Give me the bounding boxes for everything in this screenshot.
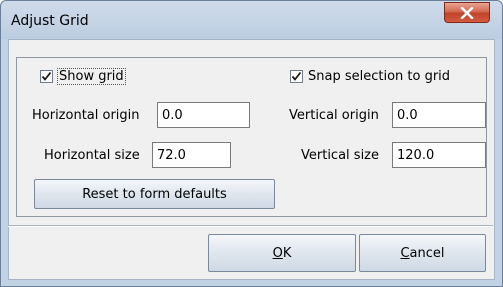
- dialog-title: Adjust Grid: [11, 13, 89, 29]
- vertical-size-input[interactable]: [392, 142, 486, 168]
- ok-button[interactable]: OK: [208, 234, 356, 272]
- ok-mnemonic: O: [272, 245, 283, 261]
- cancel-button[interactable]: Cancel: [359, 234, 486, 272]
- horizontal-origin-input[interactable]: [157, 102, 250, 128]
- checkmark-icon: [41, 71, 52, 81]
- show-grid-option[interactable]: Show grid: [40, 68, 126, 85]
- reset-to-defaults-button[interactable]: Reset to form defaults: [34, 179, 275, 209]
- snap-to-grid-label: Snap selection to grid: [308, 69, 451, 84]
- cancel-mnemonic: C: [400, 245, 410, 261]
- show-grid-label: Show grid: [57, 68, 126, 85]
- snap-to-grid-option[interactable]: Snap selection to grid: [290, 69, 450, 84]
- snap-to-grid-checkbox[interactable]: [290, 70, 303, 83]
- ok-label-rest: K: [282, 245, 292, 261]
- vertical-origin-input[interactable]: [392, 102, 486, 128]
- cancel-label-rest: ancel: [409, 245, 445, 261]
- horizontal-size-input[interactable]: [152, 142, 231, 168]
- title-bar[interactable]: Adjust Grid: [1, 1, 502, 39]
- horizontal-size-label: Horizontal size: [44, 148, 140, 163]
- vertical-size-label: Vertical size: [301, 148, 379, 163]
- close-button[interactable]: [444, 2, 490, 23]
- checkmark-icon: [291, 71, 302, 81]
- close-x-icon: [460, 6, 474, 19]
- button-divider: [8, 225, 493, 227]
- horizontal-origin-label: Horizontal origin: [32, 108, 140, 123]
- vertical-origin-label: Vertical origin: [289, 108, 379, 123]
- show-grid-checkbox[interactable]: [40, 70, 53, 83]
